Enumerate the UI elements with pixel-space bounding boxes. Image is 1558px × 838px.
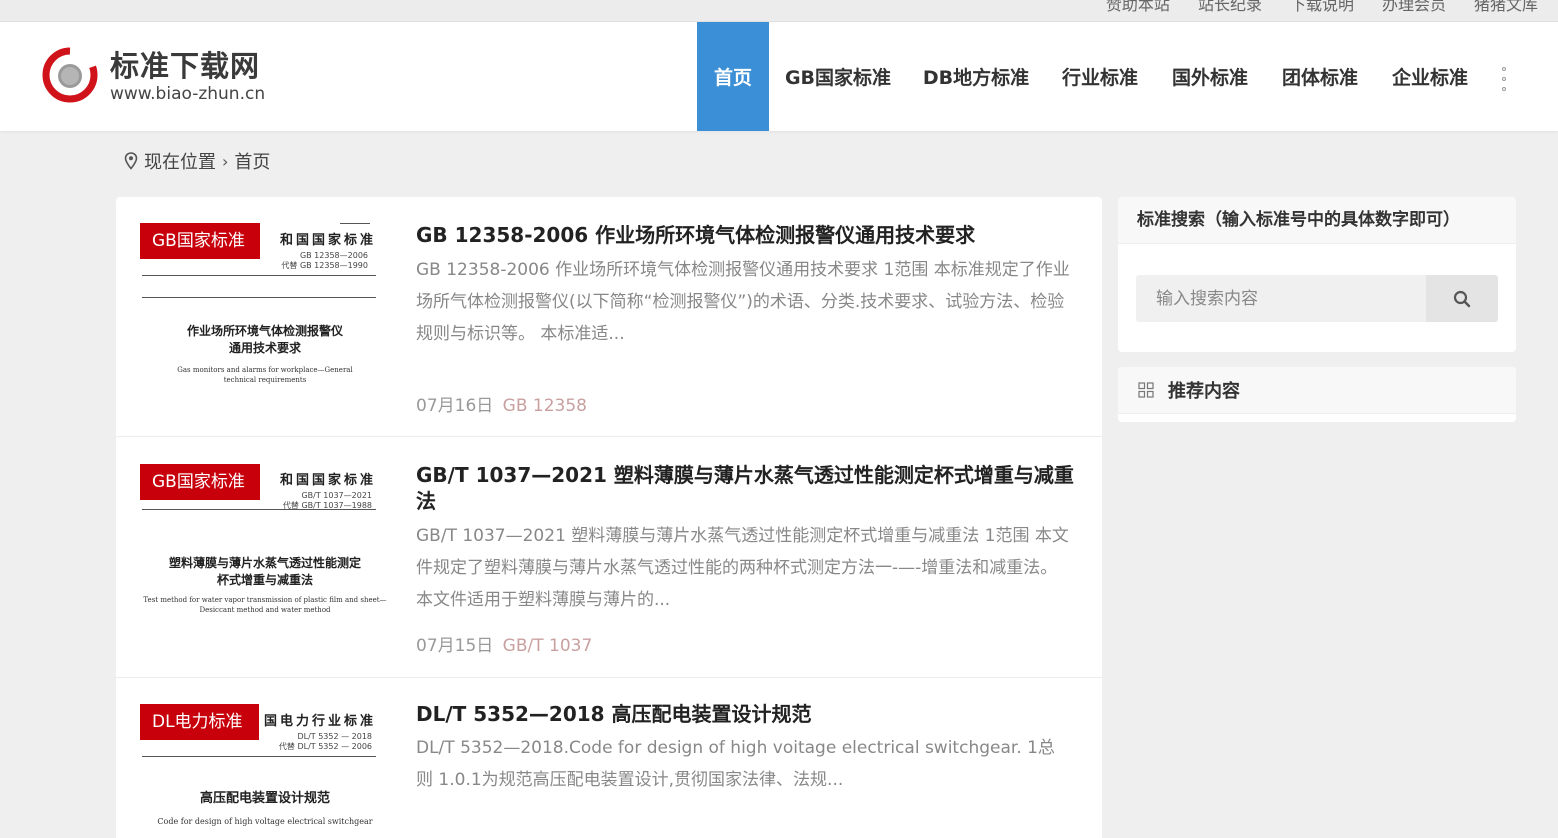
- top-link-sponsor[interactable]: 赞助本站: [1106, 0, 1170, 15]
- top-utility-bar: 赞助本站 站长纪录 下载说明 办理会员 猪猪文库: [0, 0, 1558, 22]
- article-list: 和国国家标准 GB 12358—2006 代替 GB 12358—1990 作业…: [116, 197, 1102, 838]
- search-widget: 标准搜索（输入标准号中的具体数字即可）: [1118, 197, 1516, 352]
- article-meta: 07月15日 GB/T 1037: [416, 631, 592, 656]
- article-item: 国电力行业标准 DL/T 5352 — 2018 代替 DL/T 5352 — …: [116, 678, 1102, 838]
- main-nav: 首页 GB国家标准 DB地方标准 行业标准 国外标准 团体标准 企业标准: [697, 22, 1485, 131]
- location-pin-icon: [124, 152, 138, 170]
- article-excerpt: GB/T 1037—2021 塑料薄膜与薄片水蒸气透过性能测定杯式增重与减重法 …: [416, 526, 1069, 610]
- breadcrumb: 现在位置 › 首页: [124, 148, 270, 174]
- breadcrumb-current[interactable]: 首页: [234, 148, 270, 174]
- category-badge[interactable]: DL电力标准: [140, 704, 259, 740]
- nav-item-group[interactable]: 团体标准: [1265, 22, 1375, 131]
- thumb-code: GB/T 1037—2021 代替 GB/T 1037—1988: [282, 491, 372, 510]
- top-link-library[interactable]: 猪猪文库: [1474, 0, 1538, 15]
- nav-item-industry[interactable]: 行业标准: [1045, 22, 1155, 131]
- top-link-log[interactable]: 站长纪录: [1198, 0, 1262, 15]
- nav-item-foreign[interactable]: 国外标准: [1155, 22, 1265, 131]
- article-date: 07月15日: [416, 636, 494, 656]
- search-button[interactable]: [1426, 275, 1498, 322]
- search-icon: [1453, 290, 1471, 307]
- article-excerpt: GB 12358-2006 作业场所环境气体检测报警仪通用技术要求 1范围 本标…: [416, 260, 1070, 344]
- article-meta: 07月16日 GB 12358: [416, 391, 587, 416]
- article-title[interactable]: DL/T 5352—2018 高压配电装置设计规范: [416, 701, 1076, 727]
- nav-item-home[interactable]: 首页: [697, 22, 769, 131]
- recommend-widget-title: 推荐内容: [1168, 381, 1240, 402]
- thumb-code: GB 12358—2006 代替 GB 12358—1990: [281, 251, 368, 270]
- more-vertical-icon[interactable]: [1496, 67, 1512, 91]
- category-badge[interactable]: GB国家标准: [140, 464, 260, 500]
- breadcrumb-label: 现在位置: [144, 152, 216, 173]
- site-header: 标准下载网 www.biao-zhun.cn 首页 GB国家标准 DB地方标准 …: [0, 22, 1558, 131]
- search-box: [1136, 275, 1498, 322]
- article-item: 和国国家标准 GB/T 1037—2021 代替 GB/T 1037—1988 …: [116, 437, 1102, 678]
- article-tag[interactable]: GB 12358: [503, 396, 587, 416]
- thumb-code: DL/T 5352 — 2018 代替 DL/T 5352 — 2006: [278, 732, 372, 751]
- nav-item-db[interactable]: DB地方标准: [907, 22, 1045, 131]
- top-links: 赞助本站 站长纪录 下载说明 办理会员 猪猪文库: [1106, 0, 1538, 15]
- recommend-widget-header: 推荐内容: [1118, 367, 1516, 414]
- chevron-right-icon: ›: [222, 151, 229, 171]
- article-tag[interactable]: GB/T 1037: [503, 636, 593, 656]
- site-logo-icon[interactable]: [42, 47, 98, 103]
- recommend-widget: 推荐内容: [1118, 367, 1516, 422]
- article-date: 07月16日: [416, 396, 494, 416]
- site-name[interactable]: 标准下载网: [110, 43, 260, 85]
- top-link-membership[interactable]: 办理会员: [1382, 0, 1446, 15]
- grid-icon: [1138, 382, 1154, 398]
- top-link-download-help[interactable]: 下载说明: [1290, 0, 1354, 15]
- article-title[interactable]: GB/T 1037—2021 塑料薄膜与薄片水蒸气透过性能测定杯式增重与减重法: [416, 462, 1076, 514]
- article-excerpt: DL/T 5352—2018.Code for design of high v…: [416, 738, 1055, 790]
- search-widget-title: 标准搜索（输入标准号中的具体数字即可）: [1118, 197, 1516, 244]
- article-item: 和国国家标准 GB 12358—2006 代替 GB 12358—1990 作业…: [116, 197, 1102, 437]
- nav-item-gb[interactable]: GB国家标准: [769, 22, 907, 131]
- site-url: www.biao-zhun.cn: [110, 84, 266, 104]
- nav-item-enterprise[interactable]: 企业标准: [1375, 22, 1485, 131]
- search-input[interactable]: [1136, 275, 1426, 322]
- category-badge[interactable]: GB国家标准: [140, 223, 260, 259]
- article-title[interactable]: GB 12358-2006 作业场所环境气体检测报警仪通用技术要求: [416, 222, 1076, 248]
